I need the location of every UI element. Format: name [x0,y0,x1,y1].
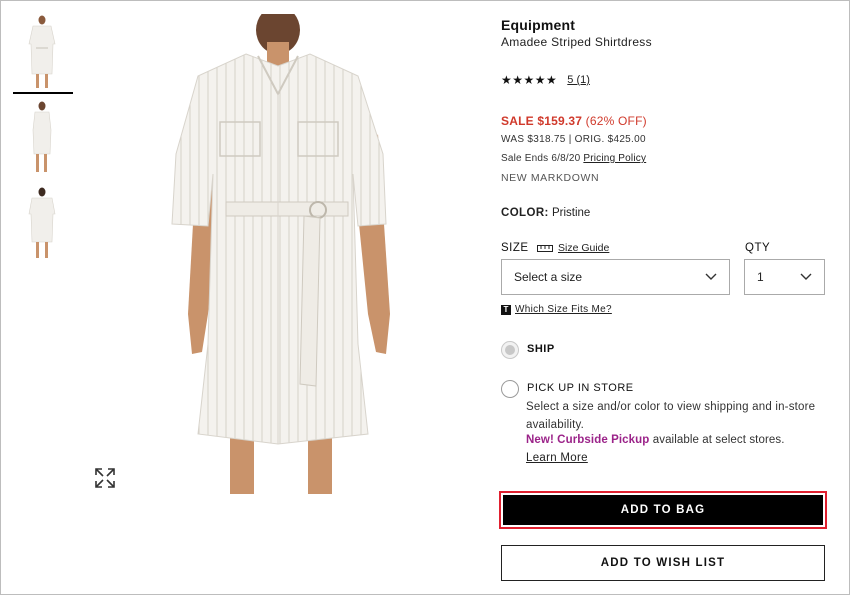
curbside-highlight: New! Curbside Pickup [526,434,650,446]
curbside-notice: New! Curbside Pickup available at select… [526,434,785,446]
active-thumbnail-indicator [13,92,73,94]
size-dropdown[interactable]: Select a size [501,259,730,295]
size-dropdown-value: Select a size [514,270,583,284]
size-guide-link[interactable]: Size Guide [537,242,609,254]
ship-label: SHIP [527,343,555,355]
sale-ends: Sale Ends 6/8/20 Pricing Policy [501,153,646,164]
add-to-wish-list-button[interactable]: ADD TO WISH LIST [501,545,825,581]
reviews-link[interactable]: 5 (1) [567,74,590,86]
pickup-radio[interactable] [501,380,519,398]
color-label: COLOR: [501,207,549,219]
thumbnail-side-image [22,100,62,178]
chevron-down-icon [800,273,812,280]
qty-dropdown[interactable]: 1 [744,259,825,295]
sale-price: SALE $159.37 (62% OFF) [501,114,647,128]
brand-name[interactable]: Equipment [501,17,575,33]
pricing-policy-link[interactable]: Pricing Policy [583,153,646,164]
rating-stars: ★★★★★ [501,73,558,87]
thumbnail-front[interactable] [22,14,62,92]
thumbnail-back[interactable] [22,186,62,264]
color-row: COLOR: Pristine [501,207,590,219]
ship-radio[interactable] [501,341,519,359]
thumbnail-back-image [22,186,62,264]
which-size-fits-link[interactable]: T Which Size Fits Me? [501,304,612,315]
sale-discount: (62% OFF) [582,114,647,128]
t-info-icon: T [501,304,511,315]
pickup-description: Select a size and/or color to view shipp… [526,401,816,431]
product-name: Amadee Striped Shirtdress [501,35,652,49]
sale-prefix: SALE [501,114,538,128]
add-to-bag-focus-outline: ADD TO BAG [499,491,827,529]
qty-label: QTY [745,242,771,254]
sale-amount: $159.37 [537,114,583,128]
size-label: SIZE [501,242,529,254]
thumbnail-front-image [22,14,62,92]
ruler-icon [537,244,553,252]
qty-dropdown-value: 1 [757,270,764,284]
color-value: Pristine [548,207,591,219]
product-photo [168,14,472,494]
expand-icon[interactable] [94,467,116,489]
pickup-label: PICK UP IN STORE [527,382,634,394]
original-price: WAS $318.75 | ORIG. $425.00 [501,134,646,145]
size-guide-label: Size Guide [558,242,610,254]
curbside-text: available at select stores. [649,434,785,446]
chevron-down-icon [705,273,717,280]
main-product-image[interactable] [168,14,472,494]
rating-row: ★★★★★ 5 (1) [501,73,590,87]
markdown-badge: NEW MARKDOWN [501,172,600,184]
thumbnail-side[interactable] [22,100,62,178]
add-to-bag-button[interactable]: ADD TO BAG [503,495,823,525]
sale-ends-text: Sale Ends 6/8/20 [501,153,584,164]
which-size-fits-label: Which Size Fits Me? [515,304,612,315]
learn-more-link[interactable]: Learn More [526,452,588,464]
